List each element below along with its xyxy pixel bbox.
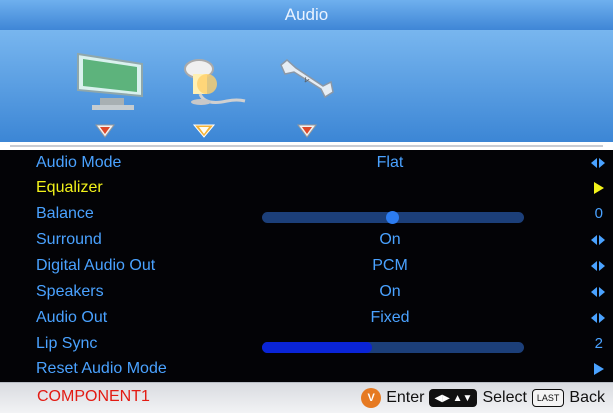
divider xyxy=(10,145,603,147)
right-arrow-icon[interactable] xyxy=(594,363,604,375)
enter-hint: Enter xyxy=(386,389,425,406)
menu-item-label: Digital Audio Out xyxy=(36,257,156,274)
menu-item-label: Speakers xyxy=(36,283,104,300)
menu-item-digital-audio-out[interactable]: Digital Audio Out PCM xyxy=(0,254,613,279)
audio-menu-screen: Audio V Audio Mode Flat Equalizer Balanc… xyxy=(0,0,613,413)
vizio-icon: V xyxy=(361,388,382,408)
picture-icon[interactable] xyxy=(72,48,150,114)
menu-title-bar: Audio xyxy=(0,0,613,30)
balance-slider-knob[interactable] xyxy=(386,211,399,224)
menu-item-audio-mode[interactable]: Audio Mode Flat xyxy=(0,151,613,176)
menu-item-value: Flat xyxy=(376,154,404,171)
menu-item-label: Reset Audio Mode xyxy=(36,360,167,377)
right-arrow-icon[interactable] xyxy=(594,182,604,194)
lip-sync-value: 2 xyxy=(594,335,603,352)
picture-arrow-icon xyxy=(95,124,115,138)
key-hints: V Enter ◀▶ ▲▼ Select LAST Back xyxy=(361,388,605,408)
audio-arrow-icon xyxy=(192,124,216,138)
menu-item-value: PCM xyxy=(372,257,408,274)
left-right-arrow-icon[interactable] xyxy=(591,235,605,245)
select-hint: Select xyxy=(482,389,527,406)
menu-title: Audio xyxy=(284,5,329,24)
settings-arrow-icon xyxy=(297,124,317,138)
menu-item-label: Equalizer xyxy=(36,179,103,196)
lip-sync-slider[interactable] xyxy=(262,342,524,353)
menu-item-label: Lip Sync xyxy=(36,335,98,352)
left-right-arrow-icon[interactable] xyxy=(591,261,605,271)
left-right-arrow-icon[interactable] xyxy=(591,158,605,168)
left-right-arrow-icon[interactable] xyxy=(591,287,605,297)
balance-slider[interactable] xyxy=(262,211,524,224)
menu-item-lip-sync[interactable]: Lip Sync 2 xyxy=(0,332,613,357)
audio-settings-list: Audio Mode Flat Equalizer Balance 0 Surr… xyxy=(0,150,613,382)
settings-icon[interactable]: V xyxy=(275,58,337,100)
audio-icon[interactable] xyxy=(177,51,249,109)
menu-item-value: On xyxy=(379,231,401,248)
menu-item-value: Fixed xyxy=(370,309,410,326)
menu-item-label: Balance xyxy=(36,205,94,222)
menu-item-label: Audio Mode xyxy=(36,154,122,171)
menu-item-speakers[interactable]: Speakers On xyxy=(0,280,613,305)
lip-sync-slider-fill xyxy=(262,342,372,353)
last-key-icon: LAST xyxy=(531,389,565,407)
status-footer: COMPONENT1 V Enter ◀▶ ▲▼ Select LAST Bac… xyxy=(0,382,613,413)
input-source: COMPONENT1 xyxy=(37,388,150,405)
vizio-badge-text: V xyxy=(367,392,375,404)
menu-item-balance[interactable]: Balance 0 xyxy=(0,202,613,227)
left-right-arrow-icon[interactable] xyxy=(591,313,605,323)
menu-item-audio-out[interactable]: Audio Out Fixed xyxy=(0,306,613,331)
menu-item-label: Audio Out xyxy=(36,309,108,326)
menu-item-label: Surround xyxy=(36,231,102,248)
menu-icon-panel: V xyxy=(0,30,613,142)
menu-item-value: On xyxy=(379,283,401,300)
menu-item-reset-audio-mode[interactable]: Reset Audio Mode xyxy=(0,357,613,382)
back-hint: Back xyxy=(569,389,605,406)
menu-item-equalizer[interactable]: Equalizer xyxy=(0,176,613,201)
menu-item-surround[interactable]: Surround On xyxy=(0,228,613,253)
last-key-text: LAST xyxy=(536,393,560,403)
navigation-keys-icon: ◀▶ ▲▼ xyxy=(429,389,478,407)
balance-value: 0 xyxy=(594,205,603,222)
